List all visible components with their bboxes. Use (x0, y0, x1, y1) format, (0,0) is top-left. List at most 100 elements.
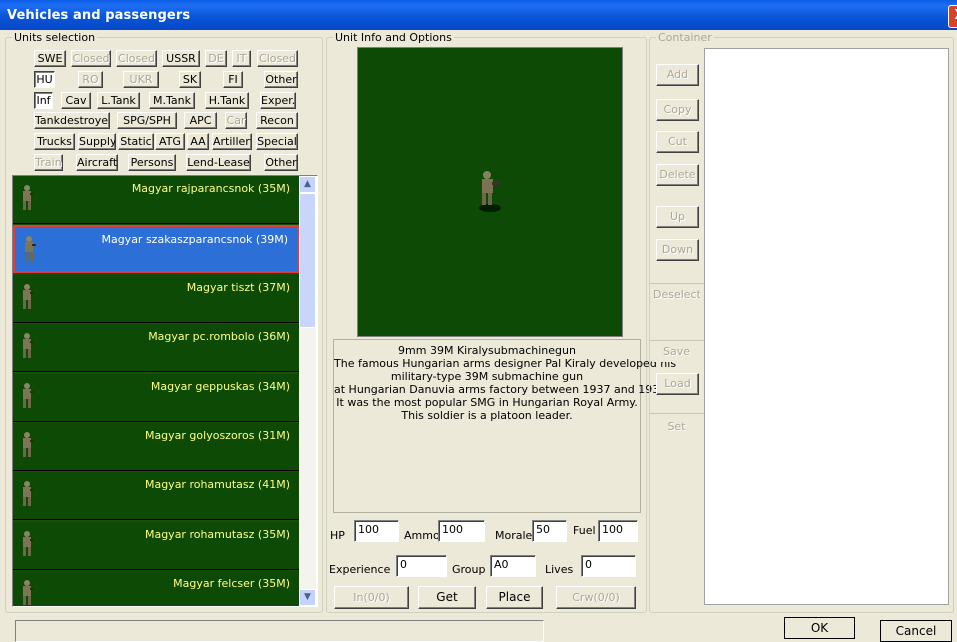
filter-button-static[interactable]: Static (118, 133, 154, 150)
container-list[interactable] (704, 48, 949, 605)
unit-list-scrollbar[interactable]: ▲ ▼ (299, 176, 316, 606)
status-bar (15, 620, 544, 642)
unit-list-item[interactable]: Magyar rohamutasz (35M) (13, 521, 299, 570)
filter-button-spg-sph[interactable]: SPG/SPH (117, 112, 177, 129)
filter-button-inf[interactable]: Inf (34, 92, 53, 109)
filter-button-apc[interactable]: APC (184, 112, 217, 129)
place-button[interactable]: Place (486, 586, 543, 609)
fuel-label: Fuel (573, 524, 596, 537)
unit-name: Magyar tiszt (37M) (186, 280, 290, 294)
group-label: Group (452, 563, 486, 576)
filter-button-car[interactable]: Car (225, 112, 247, 129)
group-field[interactable]: A0 (490, 555, 536, 577)
copy-button[interactable]: Copy (656, 99, 699, 121)
unit-list-item[interactable]: Magyar pc.rombolo (36M) (13, 324, 299, 373)
filter-button-closed[interactable]: Closed (116, 50, 157, 67)
unit-preview (357, 47, 623, 337)
get-button[interactable]: Get (418, 586, 476, 609)
filter-button-aa[interactable]: AA (187, 133, 209, 150)
scroll-down-icon[interactable]: ▼ (299, 589, 316, 606)
filter-button-ussr[interactable]: USSR (162, 50, 200, 67)
scroll-up-icon[interactable]: ▲ (299, 176, 316, 193)
soldier-icon (23, 382, 34, 408)
unit-list-item[interactable]: Magyar szakaszparancsnok (39M) (13, 225, 299, 274)
unit-list-item[interactable]: Magyar rohamutasz (41M) (13, 472, 299, 521)
up-button[interactable]: Up (656, 206, 699, 228)
filter-button-other[interactable]: Other (264, 154, 298, 171)
hp-field[interactable]: 100 (354, 520, 399, 542)
save-button[interactable]: Save (652, 342, 701, 362)
in-button[interactable]: In(0/0) (334, 586, 409, 609)
set-button[interactable]: Set (652, 416, 701, 438)
description-line: at Hungarian Danuvia arms factory betwee… (334, 383, 670, 396)
filter-button-de[interactable]: DE (205, 50, 227, 67)
soldier-icon (23, 530, 34, 556)
lives-field[interactable]: 0 (581, 555, 636, 577)
unit-list-item[interactable]: Magyar geppuskas (34M) (13, 373, 299, 422)
unit-list-item[interactable]: Magyar felcser (35M) (13, 571, 299, 606)
filter-button-closed[interactable]: Closed (257, 50, 298, 67)
filter-button-special[interactable]: Special (256, 133, 298, 150)
unit-name: Magyar rohamutasz (41M) (144, 478, 290, 492)
filter-button-cav[interactable]: Cav (61, 92, 91, 109)
add-button[interactable]: Add (656, 64, 699, 86)
filter-button-ukr[interactable]: UKR (123, 71, 159, 88)
unit-description: 9mm 39M Kiralysubmachinegun The famous H… (333, 339, 676, 513)
cut-button[interactable]: Cut (656, 131, 699, 153)
filter-button-persons[interactable]: Persons (128, 154, 176, 171)
delete-button[interactable]: Delete (656, 164, 699, 186)
filter-button-exper-[interactable]: Exper. (260, 92, 296, 109)
filter-button-atg[interactable]: ATG (155, 133, 185, 150)
description-line: It was the most popular SMG in Hungarian… (336, 396, 638, 409)
filter-button-aircraft[interactable]: Aircraft (76, 154, 118, 171)
filter-button-ro[interactable]: RO (78, 71, 103, 88)
filter-button-artillery[interactable]: Artillery (212, 133, 252, 150)
hp-label: HP (330, 529, 345, 542)
down-button[interactable]: Down (656, 239, 699, 261)
unit-list-item[interactable]: Magyar tiszt (37M) (13, 274, 299, 323)
morale-label: Morale (495, 529, 533, 542)
filter-button-l-tank[interactable]: L.Tank (97, 92, 140, 109)
experience-field[interactable]: 0 (396, 555, 447, 577)
description-line: This soldier is a platoon leader. (401, 409, 573, 422)
ammo-field[interactable]: 100 (438, 520, 485, 542)
cancel-button[interactable]: Cancel (880, 620, 952, 642)
filter-button-train[interactable]: Train (34, 154, 63, 171)
close-button[interactable]: X (948, 5, 957, 28)
unit-name: Magyar szakaszparancsnok (39M) (101, 233, 288, 247)
filter-button-tankdestroyer[interactable]: Tankdestroyer (34, 112, 110, 129)
soldier-icon (23, 283, 34, 309)
filter-button-other[interactable]: Other (264, 71, 298, 88)
filter-button-h-tank[interactable]: H.Tank (205, 92, 249, 109)
unit-info-legend: Unit Info and Options (333, 31, 454, 44)
units-selection-legend: Units selection (12, 31, 98, 44)
crw-button[interactable]: Crw(0/0) (556, 586, 636, 609)
filter-button-lend-lease[interactable]: Lend-Lease (186, 154, 251, 171)
experience-label: Experience (329, 563, 391, 576)
filter-button-trucks[interactable]: Trucks (34, 133, 75, 150)
filter-button-sk[interactable]: SK (179, 71, 201, 88)
container-divider (649, 413, 704, 414)
soldier-icon (25, 236, 36, 262)
unit-list-item[interactable]: Magyar golyoszoros (31M) (13, 423, 299, 471)
deselect-button[interactable]: Deselect (652, 285, 701, 305)
load-button[interactable]: Load (656, 373, 699, 395)
filter-button-closed[interactable]: Closed (71, 50, 111, 67)
scroll-thumb[interactable] (299, 193, 316, 328)
filter-button-it[interactable]: IT (232, 50, 251, 67)
morale-field[interactable]: 50 (532, 520, 567, 542)
filter-button-fi[interactable]: FI (223, 71, 243, 88)
filter-button-m-tank[interactable]: M.Tank (149, 92, 195, 109)
container-divider (649, 340, 704, 341)
soldier-icon (23, 432, 34, 457)
fuel-field[interactable]: 100 (598, 520, 638, 542)
filter-button-supply[interactable]: Supply (78, 133, 116, 150)
description-line: 9mm 39M Kiralysubmachinegun (398, 344, 576, 357)
unit-list[interactable]: Magyar rajparancsnok (35M) Magyar szakasz… (12, 175, 318, 607)
unit-name: Magyar rohamutasz (35M) (144, 527, 290, 541)
unit-list-item[interactable]: Magyar rajparancsnok (35M) (13, 176, 299, 224)
filter-button-hu[interactable]: HU (34, 71, 55, 88)
filter-button-swe[interactable]: SWE (34, 50, 66, 67)
filter-button-recon[interactable]: Recon (256, 112, 298, 129)
ok-button[interactable]: OK (784, 617, 855, 639)
